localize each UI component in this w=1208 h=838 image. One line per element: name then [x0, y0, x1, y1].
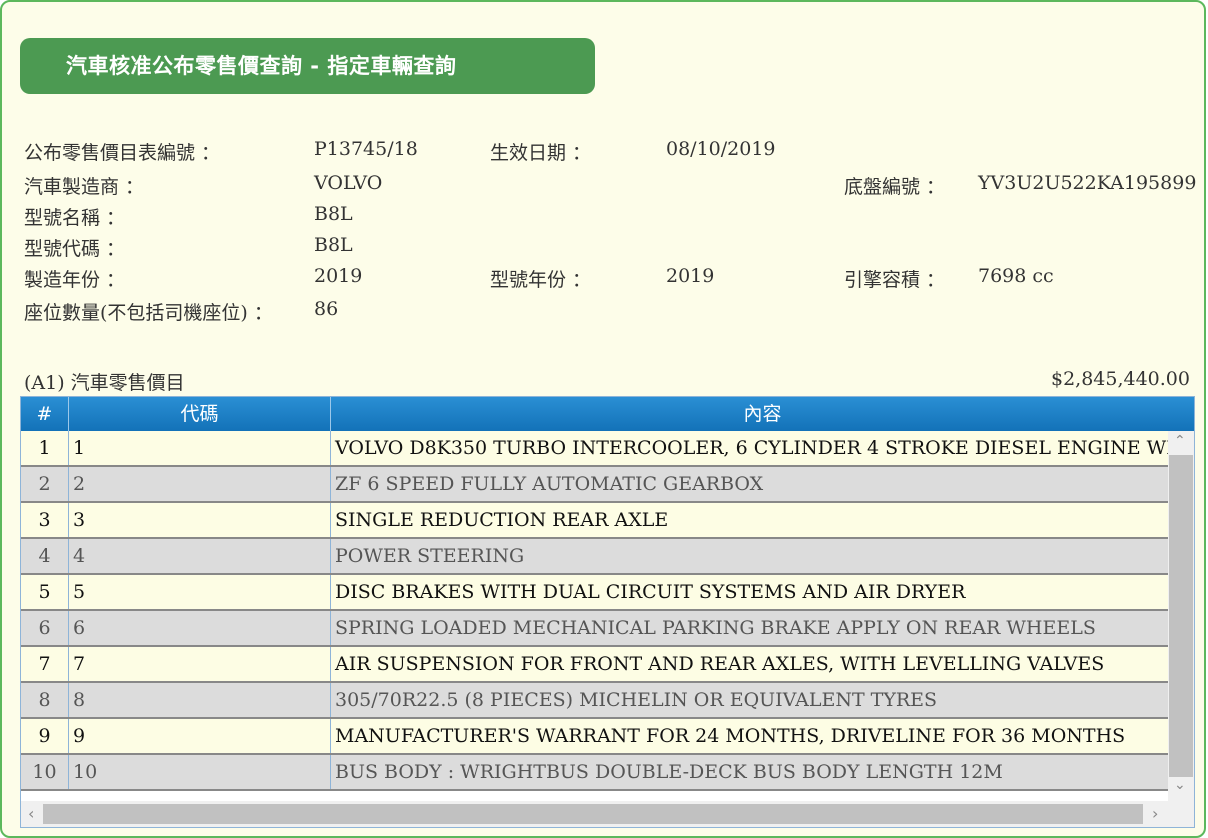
- row-code: 2: [69, 467, 331, 501]
- row-code: 3: [69, 503, 331, 537]
- seats-value: 86: [314, 298, 339, 320]
- row-description: ZF 6 SPEED FULLY AUTOMATIC GEARBOX: [335, 473, 764, 495]
- seats-label: 座位數量(不包括司機座位) ：: [24, 302, 273, 324]
- row-description: DISC BRAKES WITH DUAL CIRCUIT SYSTEMS AN…: [335, 581, 966, 603]
- table-row[interactable]: 10 10 BUS BODY : WRIGHTBUS DOUBLE-DECK BUS…: [21, 755, 1168, 791]
- list-no-label: 公布零售價目表編號 ：: [24, 142, 221, 164]
- row-number: 6: [21, 611, 69, 645]
- scroll-down-icon[interactable]: ⌄: [1174, 777, 1186, 793]
- maker-value: VOLVO: [314, 172, 383, 194]
- items-grid: # 代碼 內容 1 1 VOLVO D8K350 TURBO INTERCOOLER…: [20, 396, 1195, 828]
- vertical-scrollbar[interactable]: ⌃ ⌄: [1168, 431, 1194, 801]
- header-num[interactable]: #: [21, 397, 69, 431]
- row-code: 1: [69, 431, 331, 465]
- row-description: AIR SUSPENSION FOR FRONT AND REAR AXLES,…: [335, 653, 1105, 675]
- list-no-value: P13745/18: [314, 138, 418, 160]
- row-code: 10: [69, 755, 331, 789]
- table-row[interactable]: 2 2 ZF 6 SPEED FULLY AUTOMATIC GEARBOX: [21, 467, 1168, 503]
- table-row[interactable]: 3 3 SINGLE REDUCTION REAR AXLE: [21, 503, 1168, 539]
- table-row[interactable]: 4 4 POWER STEERING: [21, 539, 1168, 575]
- row-description: VOLVO D8K350 TURBO INTERCOOLER, 6 CYLIND…: [335, 437, 1168, 459]
- row-code: 6: [69, 611, 331, 645]
- vertical-scroll-thumb[interactable]: [1169, 455, 1193, 777]
- row-description: 305/70R22.5 (8 PIECES) MICHELIN OR EQUIV…: [335, 689, 938, 711]
- row-number: 7: [21, 647, 69, 681]
- row-code: 5: [69, 575, 331, 609]
- scroll-left-icon[interactable]: ‹: [28, 804, 34, 823]
- row-number: 9: [21, 719, 69, 753]
- model-name-label: 型號名稱 ：: [24, 207, 126, 229]
- row-number: 5: [21, 575, 69, 609]
- page-frame: 汽車核准公布零售價查詢 - 指定車輛查詢 公布零售價目表編號 ： P13745/…: [0, 0, 1206, 838]
- table-row[interactable]: 1 1 VOLVO D8K350 TURBO INTERCOOLER, 6 CYLI…: [21, 431, 1168, 467]
- section-total-price: $2,845,440.00: [1050, 368, 1190, 390]
- mfg-year-label: 製造年份 ：: [24, 269, 126, 291]
- row-description: SINGLE REDUCTION REAR AXLE: [335, 509, 669, 531]
- maker-label: 汽車製造商 ：: [24, 176, 145, 198]
- row-code: 8: [69, 683, 331, 717]
- model-code-label: 型號代碼 ：: [24, 238, 126, 260]
- grid-header: # 代碼 內容: [21, 397, 1194, 431]
- table-row[interactable]: 6 6 SPRING LOADED MECHANICAL PARKING BRAKE…: [21, 611, 1168, 647]
- row-number: 1: [21, 431, 69, 465]
- model-code-value: B8L: [314, 234, 353, 256]
- row-code: 9: [69, 719, 331, 753]
- row-description: POWER STEERING: [335, 545, 525, 567]
- grid-rows: 1 1 VOLVO D8K350 TURBO INTERCOOLER, 6 CYLI…: [21, 431, 1168, 801]
- row-number: 3: [21, 503, 69, 537]
- model-year-label: 型號年份 ：: [490, 269, 592, 291]
- model-year-value: 2019: [666, 265, 715, 287]
- row-number: 8: [21, 683, 69, 717]
- row-description: BUS BODY : WRIGHTBUS DOUBLE-DECK BUS BOD…: [335, 761, 1003, 783]
- row-number: 4: [21, 539, 69, 573]
- chassis-label: 底盤編號 ：: [844, 176, 946, 198]
- table-row[interactable]: 7 7 AIR SUSPENSION FOR FRONT AND REAR AXLE…: [21, 647, 1168, 683]
- engine-value: 7698 cc: [978, 265, 1054, 287]
- header-desc[interactable]: 內容: [331, 397, 1194, 431]
- row-number: 2: [21, 467, 69, 501]
- row-code: 4: [69, 539, 331, 573]
- row-number: 10: [21, 755, 69, 789]
- table-row[interactable]: 5 5 DISC BRAKES WITH DUAL CIRCUIT SYSTEMS …: [21, 575, 1168, 611]
- chassis-value: YV3U2U522KA195899: [978, 172, 1197, 194]
- row-description: SPRING LOADED MECHANICAL PARKING BRAKE A…: [335, 617, 1096, 639]
- model-name-value: B8L: [314, 203, 353, 225]
- scroll-right-icon[interactable]: ›: [1152, 804, 1158, 823]
- horizontal-scroll-thumb[interactable]: [43, 804, 1143, 824]
- scroll-up-icon[interactable]: ⌃: [1174, 433, 1186, 449]
- mfg-year-value: 2019: [314, 265, 363, 287]
- row-code: 7: [69, 647, 331, 681]
- effective-date-value: 08/10/2019: [666, 138, 776, 160]
- section-label: (A1) 汽車零售價目: [24, 372, 185, 394]
- horizontal-scrollbar[interactable]: ‹ ›: [21, 801, 1194, 827]
- page-title: 汽車核准公布零售價查詢 - 指定車輛查詢: [20, 38, 595, 94]
- table-row[interactable]: 8 8 305/70R22.5 (8 PIECES) MICHELIN OR EQU…: [21, 683, 1168, 719]
- effective-date-label: 生效日期 ：: [490, 142, 592, 164]
- table-row[interactable]: 9 9 MANUFACTURER'S WARRANT FOR 24 MONTHS, …: [21, 719, 1168, 755]
- row-description: MANUFACTURER'S WARRANT FOR 24 MONTHS, DR…: [335, 725, 1126, 747]
- engine-label: 引擎容積 ：: [844, 269, 946, 291]
- header-code[interactable]: 代碼: [69, 397, 331, 431]
